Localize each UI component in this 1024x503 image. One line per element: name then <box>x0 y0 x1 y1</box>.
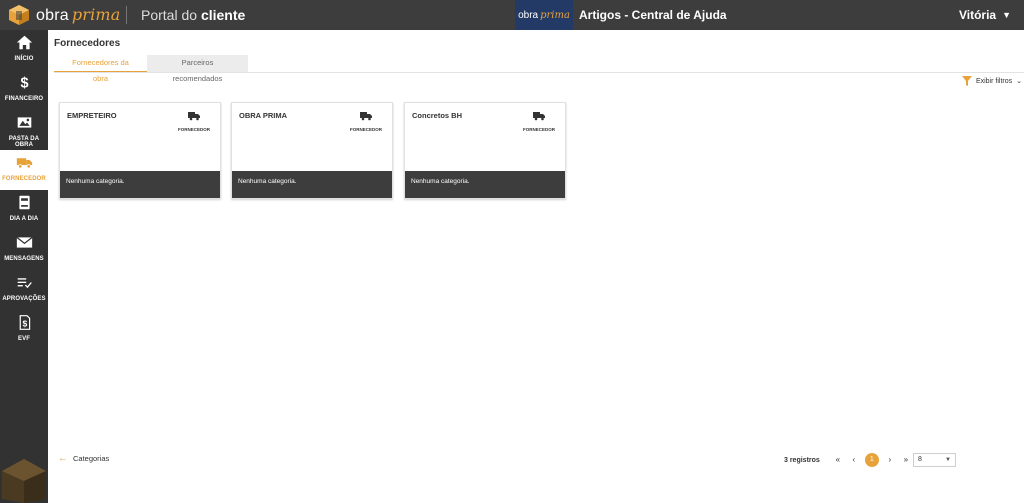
back-label: Categorias <box>73 454 110 463</box>
supplier-badge-label: FORNECEDOR <box>522 127 555 132</box>
sidebar-item-mensagens[interactable]: MENSAGENS <box>0 230 48 270</box>
supplier-name: Concretos BH <box>412 111 463 120</box>
envelope-icon <box>0 234 48 254</box>
dollar-document-icon: $ <box>0 314 48 334</box>
portal-suffix: cliente <box>200 7 246 23</box>
caret-down-icon: ▼ <box>945 457 951 463</box>
user-name: Vitória <box>958 8 997 22</box>
portal-title: Portal do cliente <box>141 7 245 23</box>
sidebar-item-evf[interactable]: $ EVF <box>0 310 48 350</box>
help-logo-primary: obra <box>518 9 539 21</box>
sidebar-item-label: FINANCEIRO <box>4 96 44 102</box>
help-center-title[interactable]: Artigos - Central de Ajuda <box>579 8 727 22</box>
current-page-button[interactable]: 1 <box>864 453 879 467</box>
truck-icon <box>0 154 48 174</box>
supplier-name: OBRA PRIMA <box>239 111 288 120</box>
page-title: Fornecedores <box>54 38 121 49</box>
sidebar: INÍCIO $ FINANCEIRO PASTA DA OBRA FORNEC… <box>0 30 48 503</box>
supplier-category: Nenhuma categoria. <box>60 171 220 198</box>
supplier-badge: FORNECEDOR <box>346 108 386 132</box>
filter-funnel-icon <box>961 76 972 86</box>
sidebar-item-fornecedor[interactable]: FORNECEDOR <box>0 150 48 190</box>
home-icon <box>0 34 48 54</box>
truck-icon <box>360 112 372 121</box>
sidebar-item-label: DIA A DIA <box>9 216 39 222</box>
supplier-card[interactable]: OBRA PRIMA FORNECEDOR Nenhuma categoria. <box>231 102 393 199</box>
image-icon <box>0 114 48 134</box>
sidebar-item-label: MENSAGENS <box>4 256 44 262</box>
tab-fornecedores-da-obra[interactable]: Fornecedores da obra <box>54 55 147 83</box>
filters-label: Exibir filtros <box>975 77 1013 85</box>
sidebar-item-label: INÍCIO <box>14 56 34 62</box>
sidebar-item-inicio[interactable]: INÍCIO <box>0 30 48 70</box>
truck-icon <box>533 112 545 121</box>
brand-primary: obra <box>36 7 69 24</box>
svg-text:$: $ <box>20 76 28 91</box>
help-logo-secondary: prima <box>540 9 570 21</box>
top-bar: obra prima Portal do cliente obra prima Ar… <box>0 0 1024 30</box>
header-divider <box>126 6 127 24</box>
truck-icon <box>188 112 200 121</box>
help-center-logo[interactable]: obra prima <box>515 0 573 30</box>
list-check-icon <box>0 274 48 294</box>
svg-text:$: $ <box>22 318 27 328</box>
supplier-badge-label: FORNECEDOR <box>349 127 382 132</box>
records-count: 3 registros <box>784 456 820 464</box>
sidebar-item-label: FORNECEDOR <box>2 176 46 182</box>
sidebar-item-label: APROVAÇÕES <box>2 296 46 302</box>
show-filters-button[interactable]: Exibir filtros ⌄ <box>961 76 1022 86</box>
sidebar-item-label: PASTA DA OBRA <box>8 136 40 148</box>
sidebar-item-pasta-da-obra[interactable]: PASTA DA OBRA <box>0 110 48 150</box>
sidebar-item-financeiro[interactable]: $ FINANCEIRO <box>0 70 48 110</box>
supplier-name: EMPRETEIRO <box>67 111 117 120</box>
tabs-divider <box>54 72 1024 73</box>
tab-parceiros-recomendados[interactable]: Parceiros recomendados <box>147 55 248 83</box>
sidebar-item-aprovacoes[interactable]: APROVAÇÕES <box>0 270 48 310</box>
pagination: 3 registros « ‹ 1 › » <box>784 452 914 468</box>
supplier-card[interactable]: Concretos BH FORNECEDOR Nenhuma categori… <box>404 102 566 199</box>
tab-bar: Fornecedores da obra Parceiros recomenda… <box>54 55 248 83</box>
supplier-badge-label: FORNECEDOR <box>177 127 210 132</box>
brand-logo[interactable]: obra prima <box>8 4 121 26</box>
supplier-category: Nenhuma categoria. <box>405 171 565 198</box>
decorative-cube-icon <box>2 459 46 503</box>
last-page-button[interactable]: » <box>898 452 914 468</box>
dollar-icon: $ <box>0 74 48 94</box>
supplier-category: Nenhuma categoria. <box>232 171 392 198</box>
next-page-button[interactable]: › <box>882 452 898 468</box>
supplier-badge: FORNECEDOR <box>519 108 559 132</box>
sidebar-item-label: EVF <box>18 336 30 342</box>
chevron-down-icon: ⌄ <box>1016 78 1022 85</box>
page-size-value: 8 <box>918 456 922 463</box>
first-page-button[interactable]: « <box>830 452 846 468</box>
supplier-badge: FORNECEDOR <box>174 108 214 132</box>
portal-prefix: Portal do <box>141 7 198 23</box>
previous-page-button[interactable]: ‹ <box>846 452 862 468</box>
supplier-card[interactable]: EMPRETEIRO FORNECEDOR Nenhuma categoria. <box>59 102 221 199</box>
arrow-left-icon: ← <box>58 453 68 464</box>
page-size-select[interactable]: 8 ▼ <box>913 453 956 467</box>
user-menu[interactable]: Vitória ▼ <box>959 8 1011 22</box>
back-to-categories-link[interactable]: ← Categorias <box>58 453 109 464</box>
brand-secondary: prima <box>71 5 121 24</box>
cube-logo-icon <box>9 5 29 25</box>
sidebar-item-dia-a-dia[interactable]: DIA A DIA <box>0 190 48 230</box>
chevron-down-icon: ▼ <box>1002 10 1011 20</box>
book-icon <box>0 194 48 214</box>
